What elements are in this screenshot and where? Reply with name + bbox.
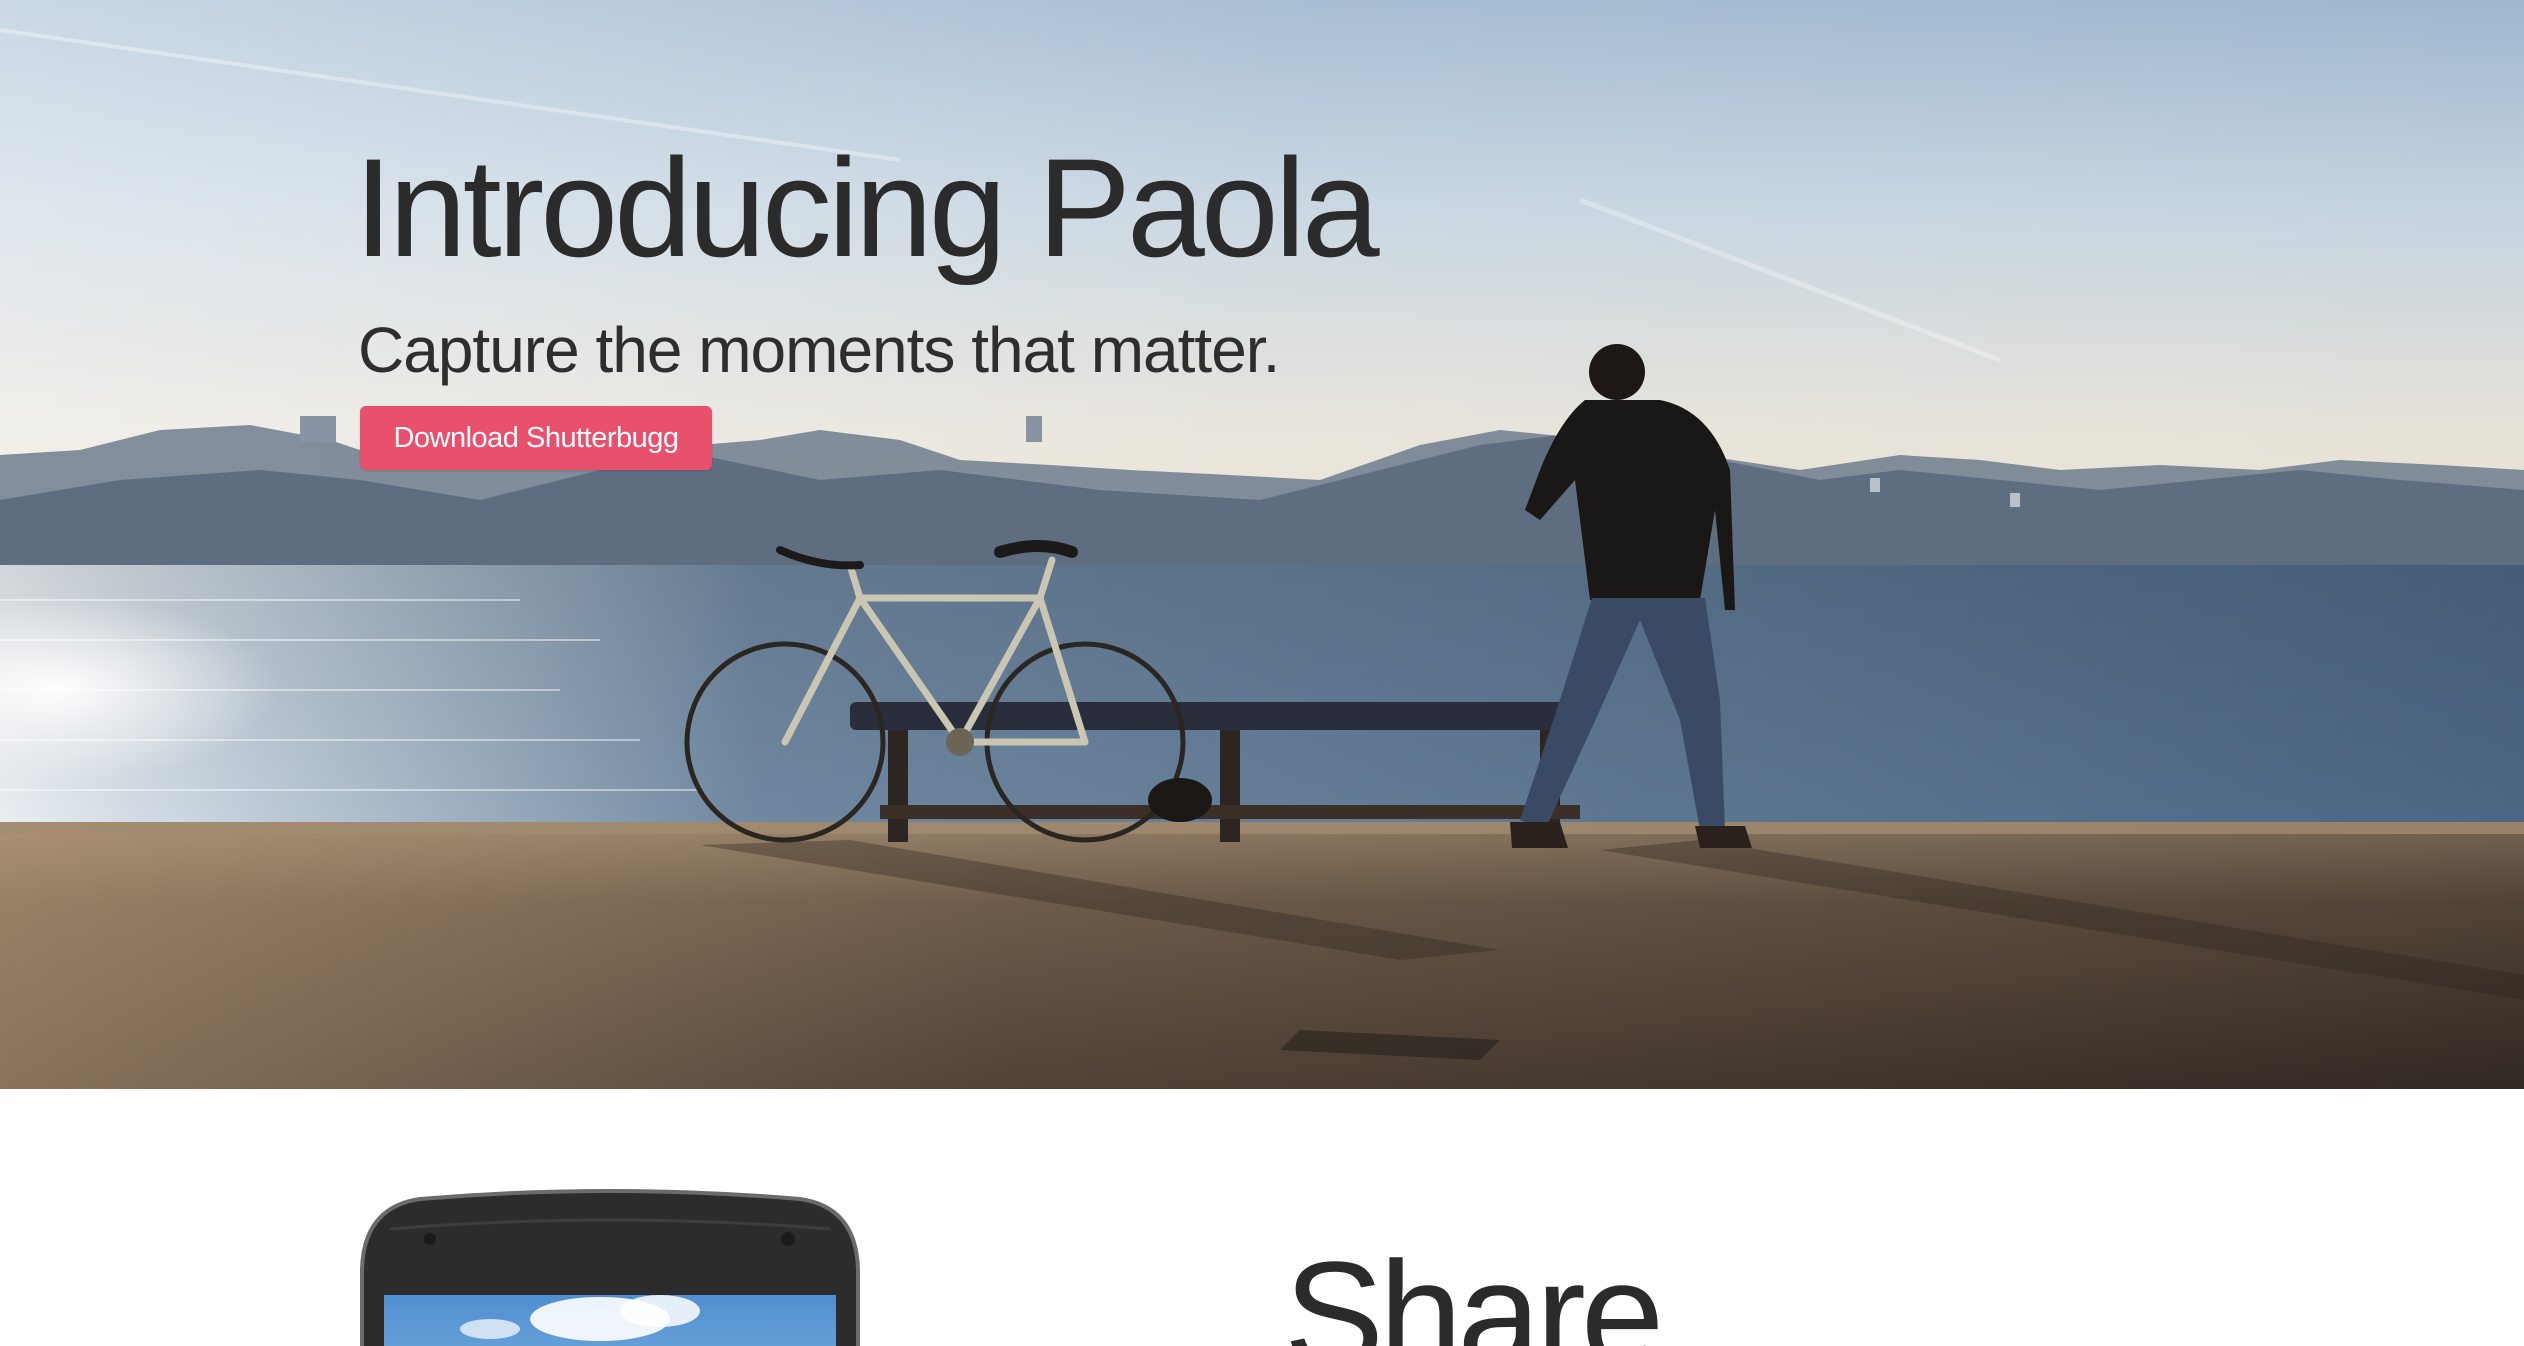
- hero-subtitle: Capture the moments that matter.: [358, 314, 1280, 386]
- hero-title: Introducing Paola: [354, 129, 1380, 286]
- smartphone-icon: [360, 1189, 860, 1346]
- hero-section: Introducing Paola Capture the moments th…: [0, 0, 2524, 1089]
- landing-page: Introducing Paola Capture the moments th…: [0, 0, 2524, 1346]
- download-shutterbugg-button[interactable]: Download Shutterbugg: [360, 406, 712, 470]
- share-heading: Share: [1284, 1230, 1664, 1346]
- share-section: Share: [0, 1089, 2524, 1346]
